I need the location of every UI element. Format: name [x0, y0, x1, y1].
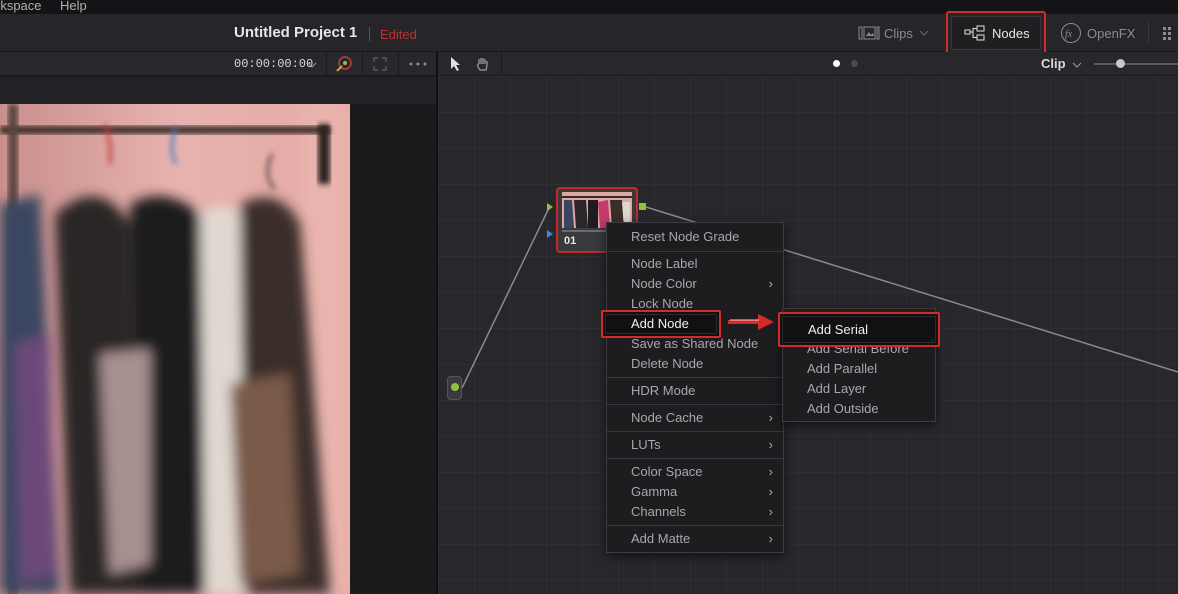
node-editor-toolbar: Clip	[438, 52, 1178, 76]
title-bar: Untitled Project 1 Edited Clips Nodes fx…	[0, 11, 1178, 55]
menu-separator	[607, 431, 783, 432]
menu-item-luts[interactable]: LUTs ›	[607, 435, 783, 455]
menu-separator	[607, 377, 783, 378]
nodes-label: Nodes	[992, 25, 1030, 41]
chevron-right-icon: ›	[768, 504, 773, 519]
chevron-right-icon: ›	[768, 484, 773, 499]
toolbar-divider	[1148, 22, 1149, 44]
toolbar-divider	[326, 52, 327, 76]
menu-separator	[607, 525, 783, 526]
menu-item-gamma[interactable]: Gamma ›	[607, 482, 783, 502]
color-picker-icon[interactable]	[334, 54, 354, 74]
zoom-slider-handle[interactable]	[1116, 59, 1125, 68]
menu-item-add-outside[interactable]: Add Outside	[783, 399, 935, 419]
chevron-down-icon	[919, 30, 929, 36]
annotation-arrow-icon	[728, 314, 774, 330]
fullscreen-icon[interactable]	[373, 57, 387, 71]
menu-item-node-cache[interactable]: Node Cache ›	[607, 408, 783, 428]
clips-button[interactable]: Clips	[858, 18, 929, 48]
node-context-menu: Reset Node Grade Node Label Node Color › …	[606, 222, 784, 553]
viewer-toolbar: 00:00:00:00	[0, 52, 437, 76]
svg-text:fx: fx	[1065, 29, 1073, 40]
toolbar-divider	[362, 52, 363, 76]
pointer-tool-icon[interactable]	[449, 56, 463, 72]
project-title: Untitled Project 1	[234, 24, 358, 41]
source-output-connector[interactable]	[451, 383, 459, 391]
chevron-right-icon: ›	[768, 531, 773, 546]
viewer-image	[0, 104, 350, 594]
menu-item-color-space[interactable]: Color Space ›	[607, 462, 783, 482]
source-node[interactable]	[447, 376, 462, 400]
menu-separator	[607, 404, 783, 405]
menu-item-channels[interactable]: Channels ›	[607, 502, 783, 522]
clips-label: Clips	[884, 25, 913, 41]
menu-item-delete-node[interactable]: Delete Node	[607, 354, 783, 374]
clip-mode-label[interactable]: Clip	[1041, 56, 1066, 71]
menu-item-label: Node Color	[631, 276, 697, 291]
openfx-label: OpenFX	[1087, 25, 1136, 41]
zoom-slider[interactable]	[1094, 63, 1178, 65]
chevron-right-icon: ›	[768, 437, 773, 452]
nodes-button[interactable]: Nodes	[946, 11, 1046, 55]
edited-status: Edited	[380, 27, 417, 42]
menu-item-label: Channels	[631, 504, 686, 519]
menu-item-reset-node-grade[interactable]: Reset Node Grade	[607, 227, 783, 247]
viewer-subbar	[0, 77, 437, 104]
openfx-button[interactable]: fx OpenFX	[1060, 18, 1135, 48]
timecode[interactable]: 00:00:00:00	[234, 57, 313, 71]
toolbar-divider	[398, 52, 399, 76]
chevron-down-icon[interactable]	[307, 61, 317, 69]
menu-item-label: LUTs	[631, 437, 661, 452]
menu-item-add-layer[interactable]: Add Layer	[783, 379, 935, 399]
more-options-icon[interactable]	[408, 61, 428, 67]
node-number: 01	[564, 235, 577, 247]
chevron-down-icon[interactable]	[1072, 61, 1082, 69]
fx-icon: fx	[1061, 23, 1081, 43]
menu-item-label: Add Matte	[631, 531, 691, 546]
menu-item-label: Color Space	[631, 464, 703, 479]
menu-item-label: Add Node	[631, 316, 689, 331]
menu-item-add-serial[interactable]: Add Serial	[778, 312, 940, 347]
hand-tool-icon[interactable]	[475, 56, 491, 72]
nodes-icon	[964, 25, 985, 41]
menu-item-node-label[interactable]: Node Label	[607, 254, 783, 274]
grid-icon[interactable]	[1162, 26, 1176, 40]
menu-workspace[interactable]: rkspace	[0, 0, 42, 12]
menu-item-add-parallel[interactable]: Add Parallel	[783, 359, 935, 379]
menu-item-hdr-mode[interactable]: HDR Mode	[607, 381, 783, 401]
menu-item-label: Add Serial	[808, 322, 868, 337]
menu-item-add-node[interactable]: Add Node	[601, 310, 721, 338]
menu-item-add-matte[interactable]: Add Matte ›	[607, 529, 783, 549]
page-dot-active[interactable]	[833, 60, 840, 67]
menu-item-label: Node Cache	[631, 410, 704, 425]
menu-separator	[607, 251, 783, 252]
chevron-right-icon: ›	[768, 276, 773, 291]
menu-item-label: Gamma	[631, 484, 678, 499]
menu-separator	[607, 458, 783, 459]
menu-help[interactable]: Help	[60, 0, 87, 12]
menu-item-node-color[interactable]: Node Color ›	[607, 274, 783, 294]
clothes-rack-image	[0, 104, 350, 594]
page-dot[interactable]	[851, 60, 858, 67]
title-separator	[369, 27, 370, 41]
chevron-right-icon: ›	[768, 464, 773, 479]
chevron-right-icon: ›	[768, 410, 773, 425]
toolbar-divider	[501, 52, 502, 76]
clips-icon	[858, 26, 880, 40]
